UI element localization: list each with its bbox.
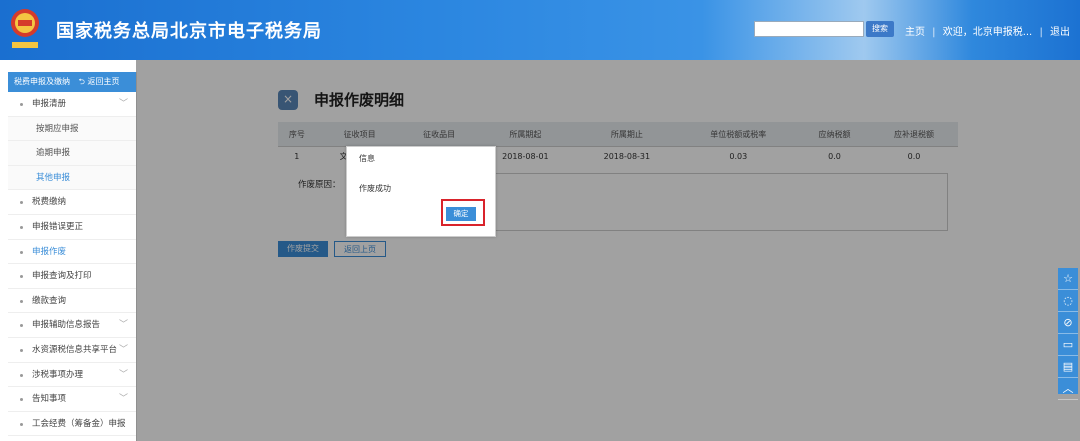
link-icon[interactable]: ⊘ xyxy=(1058,312,1078,334)
sidebar-item[interactable]: 缴款查询 xyxy=(8,289,136,314)
sidebar-item-label: 申报清册 xyxy=(32,99,67,109)
logout-link[interactable]: 退出 xyxy=(1050,27,1070,38)
dialog-title: 信息 xyxy=(359,154,375,163)
return-home-link[interactable]: ⮌ 返回主页 xyxy=(79,77,120,86)
tax-emblem-icon xyxy=(11,9,39,48)
bullet-icon xyxy=(20,348,23,352)
sidebar-item[interactable]: 告知事项 ﹀ xyxy=(8,387,136,412)
bullet-icon xyxy=(20,201,23,205)
welcome-user-link[interactable]: 欢迎，北京申报税... xyxy=(943,27,1033,38)
app-title: 国家税务总局北京市电子税务局 xyxy=(56,21,322,42)
sidebar-item-label: 申报作废 xyxy=(32,246,67,257)
sidebar-item[interactable]: 工会经费（筹备金）申报 xyxy=(8,412,136,437)
search-button[interactable]: 搜索 xyxy=(866,21,894,37)
sidebar-list: 申报清册 ﹀ 按期应申报逾期申报其他申报税费缴纳申报错误更正 申报作废申报查询及打印缴… xyxy=(8,92,136,437)
sidebar-item[interactable]: 水资源税信息共享平台 ﹀ xyxy=(8,338,136,363)
sidebar-item-label: 申报错误更正 xyxy=(32,221,84,232)
top-nav: 主页 | 欢迎，北京申报税... | 退出 xyxy=(901,23,1070,38)
sidebar-item-label: 水资源税信息共享平台 xyxy=(32,344,118,355)
sidebar-item[interactable]: 申报清册 ﹀ xyxy=(8,92,136,117)
sidebar-item-label: 告知事项 xyxy=(32,394,67,405)
sidebar-item-label: 申报辅助信息报告 xyxy=(32,320,101,331)
sidebar-item-label: 涉税事项办理 xyxy=(32,369,84,380)
nav-separator: | xyxy=(932,27,936,38)
nav-separator: | xyxy=(1039,27,1043,38)
chat-icon[interactable]: ◌ xyxy=(1058,290,1078,312)
star-icon[interactable]: ☆ xyxy=(1058,268,1078,290)
sidebar-title[interactable]: 税费申报及缴纳 xyxy=(14,77,70,86)
float-toolbar: ☆ ◌ ⊘ ▭ ▤ ︿ xyxy=(1058,268,1078,400)
chevron-down-icon[interactable]: ﹀ xyxy=(119,92,128,117)
sidebar-item-label: 按期应申报 xyxy=(36,123,79,134)
bullet-icon xyxy=(20,103,23,106)
sidebar-item[interactable]: 申报辅助信息报告 ﹀ xyxy=(8,313,136,338)
bullet-icon xyxy=(20,398,23,402)
sidebar-item[interactable]: 申报错误更正 xyxy=(8,215,136,240)
modal-overlay xyxy=(136,60,1080,441)
up-arrow-icon[interactable]: ︿ xyxy=(1058,378,1078,400)
sidebar-item-label: 其他申报 xyxy=(36,172,71,183)
sidebar-item[interactable]: 按期应申报 xyxy=(8,116,136,142)
sidebar-header: 税费申报及缴纳 ⮌ 返回主页 xyxy=(8,72,136,92)
home-link[interactable]: 主页 xyxy=(905,27,925,38)
sidebar-item[interactable]: 申报查询及打印 xyxy=(8,264,136,289)
chevron-down-icon[interactable]: ﹀ xyxy=(119,313,128,338)
sidebar-item[interactable]: 涉税事项办理 ﹀ xyxy=(8,363,136,388)
sidebar: 税费申报及缴纳 ⮌ 返回主页 申报清册 ﹀ 按期应申报逾期申报其他申报税费缴纳申报错… xyxy=(8,72,137,441)
sidebar-item-label: 缴款查询 xyxy=(32,295,67,306)
bullet-icon xyxy=(20,275,23,279)
header: 国家税务总局北京市电子税务局 搜索 主页 | 欢迎，北京申报税... | 退出 xyxy=(0,0,1080,60)
bullet-icon xyxy=(20,250,23,254)
sidebar-item-label: 税费缴纳 xyxy=(32,197,67,208)
search-input[interactable] xyxy=(754,21,864,37)
bullet-icon xyxy=(20,373,23,377)
document-icon[interactable]: ▤ xyxy=(1058,356,1078,378)
chevron-down-icon[interactable]: ﹀ xyxy=(119,338,128,363)
sidebar-item[interactable]: 其他申报 xyxy=(8,165,136,191)
bullet-icon xyxy=(20,324,23,328)
sidebar-item-label: 申报查询及打印 xyxy=(32,271,92,282)
bullet-icon xyxy=(20,422,23,426)
sidebar-item[interactable]: 申报作废 xyxy=(8,240,136,265)
sidebar-item[interactable]: 逾期申报 xyxy=(8,141,136,166)
chevron-down-icon[interactable]: ﹀ xyxy=(119,387,128,412)
sidebar-item[interactable]: 税费缴纳 xyxy=(8,190,136,215)
bullet-icon xyxy=(20,299,23,303)
chevron-down-icon[interactable]: ﹀ xyxy=(119,363,128,388)
message-icon[interactable]: ▭ xyxy=(1058,334,1078,356)
bullet-icon xyxy=(20,225,23,229)
return-home-label: 返回主页 xyxy=(87,77,120,86)
sidebar-item-label: 工会经费（筹备金）申报 xyxy=(32,418,126,429)
dialog-message: 作废成功 xyxy=(359,184,391,193)
ok-highlight-box xyxy=(441,199,485,226)
sidebar-item-label: 逾期申报 xyxy=(36,148,71,159)
